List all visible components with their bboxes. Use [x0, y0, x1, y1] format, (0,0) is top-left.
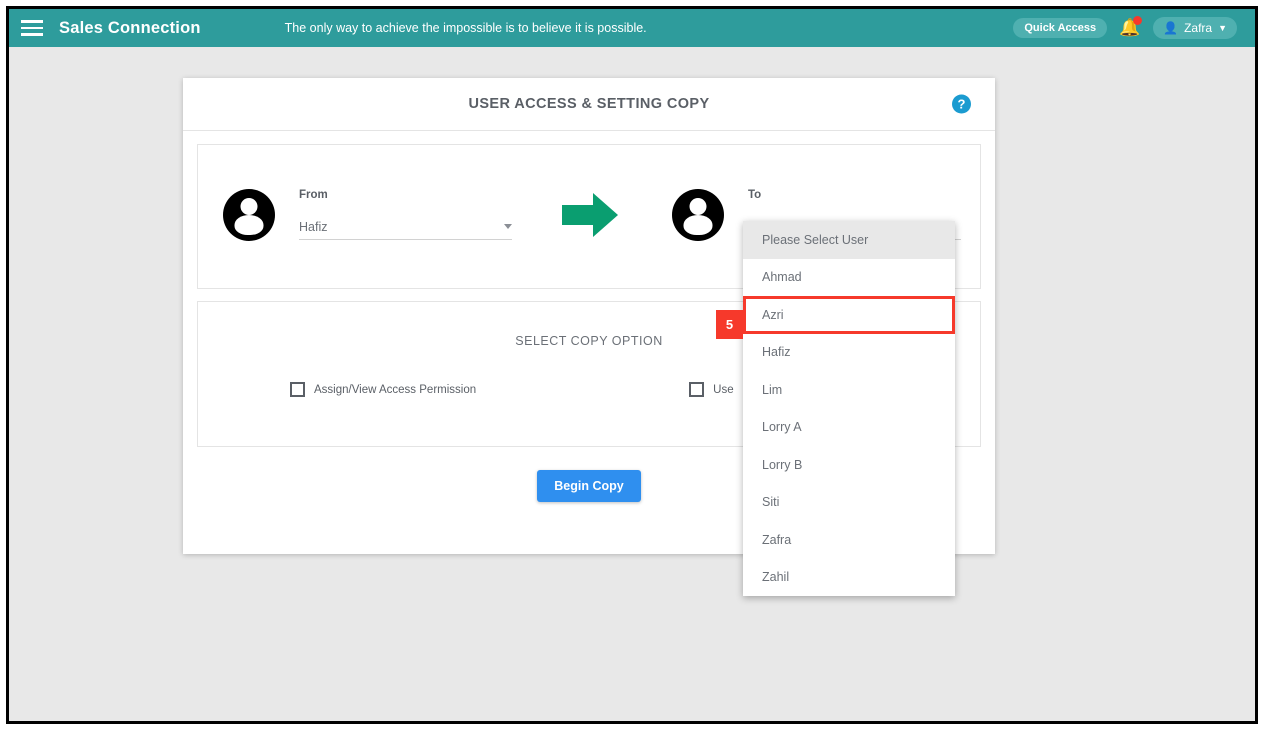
from-field-group: From Hafiz	[299, 189, 512, 240]
checkbox-label: Use	[713, 383, 734, 396]
notifications-bell-icon[interactable]: 🔔	[1119, 16, 1143, 39]
chevron-down-icon: ▼	[1218, 23, 1227, 33]
from-label: From	[299, 189, 328, 201]
dropdown-option-lorry-a[interactable]: Lorry A	[743, 409, 955, 447]
user-name-label: Zafra	[1184, 21, 1213, 35]
checkbox-label: Assign/View Access Permission	[314, 383, 477, 396]
card-header: USER ACCESS & SETTING COPY ?	[183, 78, 995, 131]
hamburger-bar	[21, 20, 43, 23]
user-account-menu[interactable]: 👤 Zafra ▼	[1153, 17, 1237, 39]
arrow-right-icon	[562, 193, 618, 237]
topbar-actions: Quick Access 🔔 👤 Zafra ▼	[1013, 16, 1237, 39]
dropdown-option-hafiz[interactable]: Hafiz	[743, 334, 955, 372]
help-icon[interactable]: ?	[952, 94, 971, 114]
annotation-step-badge: 5	[716, 310, 743, 339]
dropdown-option-lorry-b[interactable]: Lorry B	[743, 446, 955, 484]
dropdown-option-azri[interactable]: Azri	[743, 296, 955, 334]
from-user-value: Hafiz	[299, 219, 328, 234]
begin-copy-button[interactable]: Begin Copy	[537, 470, 641, 502]
app-brand-title: Sales Connection	[59, 18, 201, 37]
avatar-to-wrapper	[672, 189, 724, 241]
quick-access-button[interactable]: Quick Access	[1013, 18, 1108, 38]
dropdown-option-please-select-user[interactable]: Please Select User	[743, 221, 955, 259]
screenshot-frame: Sales Connection The only way to achieve…	[6, 6, 1258, 724]
dropdown-option-zahil[interactable]: Zahil	[743, 559, 955, 597]
checkbox-box-icon[interactable]	[689, 382, 705, 397]
chevron-down-icon	[504, 224, 512, 229]
hamburger-bar	[21, 26, 43, 30]
to-user-dropdown-list[interactable]: 5 Please Select User Ahmad Azri Hafiz Li…	[716, 221, 955, 597]
checkbox-user-setting[interactable]: Use	[689, 382, 734, 397]
motivational-tagline: The only way to achieve the impossible i…	[284, 21, 647, 35]
avatar-to-icon	[672, 189, 724, 241]
dropdown-option-lim[interactable]: Lim	[743, 371, 955, 409]
hamburger-bar	[21, 33, 43, 36]
top-navigation-bar: Sales Connection The only way to achieve…	[9, 9, 1255, 47]
dropdown-option-siti[interactable]: Siti	[743, 484, 955, 522]
checkbox-assign-view-access[interactable]: Assign/View Access Permission	[290, 382, 476, 397]
to-label: To	[748, 189, 762, 201]
checkbox-box-icon[interactable]	[290, 382, 305, 397]
page-title: USER ACCESS & SETTING COPY	[468, 96, 710, 112]
from-user-select[interactable]: Hafiz	[299, 214, 512, 240]
dropdown-option-zafra[interactable]: Zafra	[743, 521, 955, 559]
person-icon: 👤	[1163, 21, 1179, 35]
dropdown-option-ahmad[interactable]: Ahmad	[743, 259, 955, 297]
hamburger-menu-icon[interactable]	[17, 20, 55, 36]
avatar-from-icon	[223, 189, 275, 241]
